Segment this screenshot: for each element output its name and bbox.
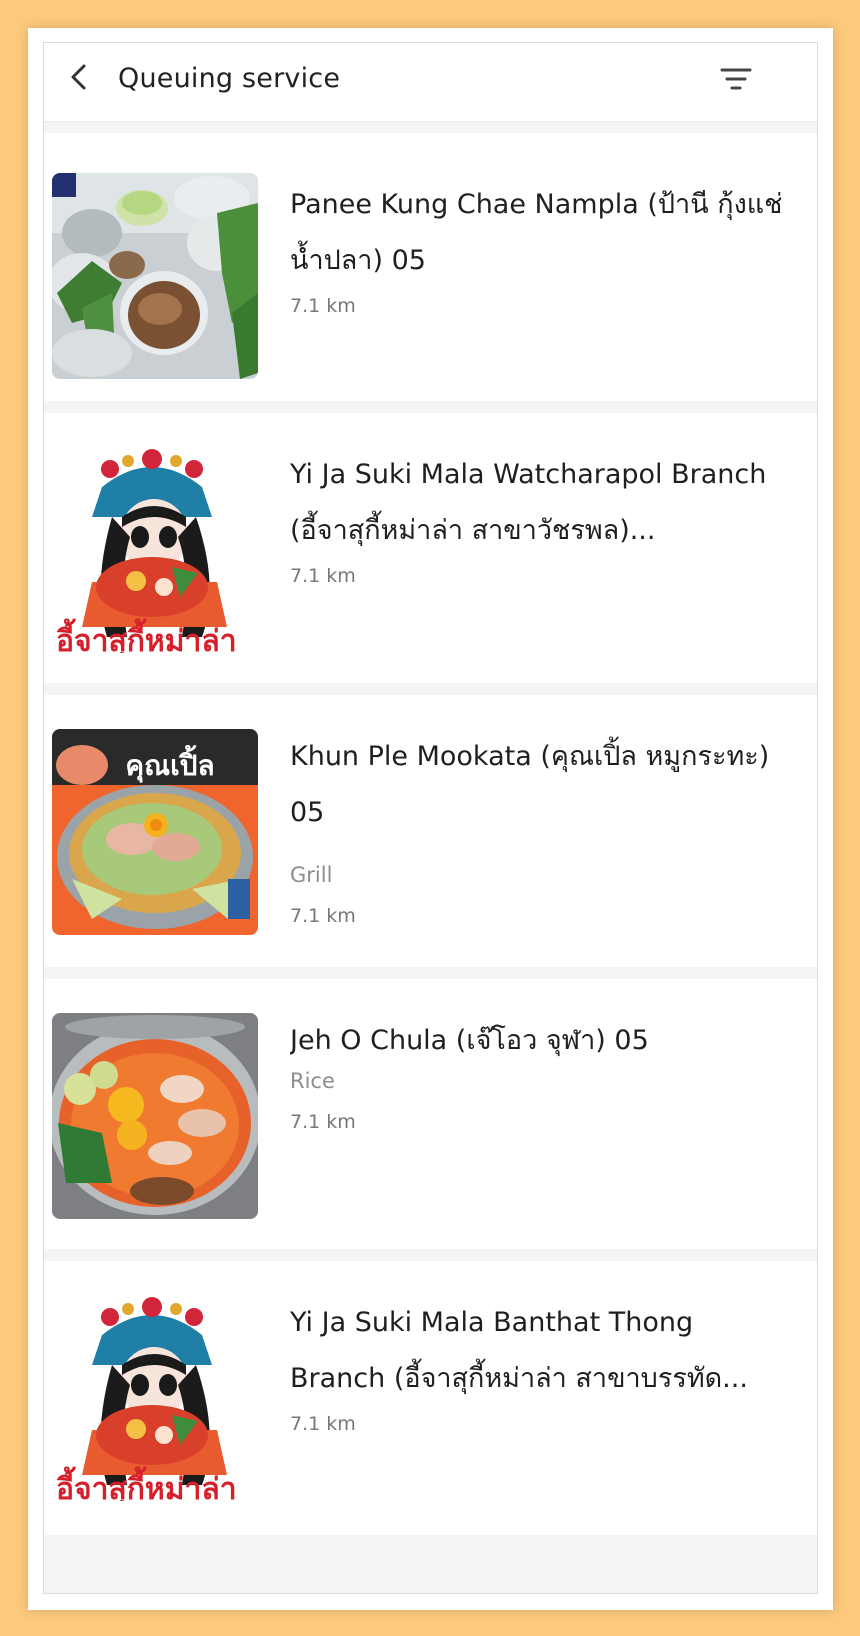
restaurant-card[interactable]: อี้จาสุกี้หม่าล่า Yi Ja Suki Mala Bantha… xyxy=(44,1261,817,1535)
page-title: Queuing service xyxy=(118,63,341,94)
restaurant-name: Yi Ja Suki Mala Watcharapol Branch (อี้จ… xyxy=(290,459,767,546)
restaurant-distance: 7.1 km xyxy=(290,1413,356,1435)
restaurant-image: อี้จาสุกี้หม่าล่า xyxy=(52,1295,258,1501)
restaurant-distance: 7.1 km xyxy=(290,565,356,587)
image-logo-text: อี้จาสุกี้หม่าล่า xyxy=(56,1466,237,1501)
restaurant-image: คุณเปิ้ล xyxy=(52,729,258,935)
app-header: Queuing service xyxy=(44,43,817,122)
restaurant-name: Khun Ple Mookata (คุณเปิ้ล หมูกระทะ) 05 xyxy=(290,741,770,828)
restaurant-card[interactable]: คุณเปิ้ล Khun Ple Mookata (คุณเปิ้ล หมูก… xyxy=(44,695,817,967)
screenshot-frame: Queuing service Panee Kung Chae Nampla (… xyxy=(28,28,833,1610)
restaurant-image xyxy=(52,1013,258,1219)
filter-button[interactable] xyxy=(714,57,758,101)
restaurant-category: Rice xyxy=(290,1069,335,1093)
restaurant-distance: 7.1 km xyxy=(290,905,356,927)
restaurant-name: Jeh O Chula (เจ๊โอว จุฬา) 05 xyxy=(290,1025,649,1056)
restaurant-info: Jeh O Chula (เจ๊โอว จุฬา) 05 Rice 7.1 km xyxy=(290,1013,790,1133)
restaurant-card[interactable]: Jeh O Chula (เจ๊โอว จุฬา) 05 Rice 7.1 km xyxy=(44,979,817,1249)
restaurant-info: Yi Ja Suki Mala Banthat Thong Branch (อี… xyxy=(290,1295,790,1435)
image-logo-text: คุณเปิ้ล xyxy=(125,744,214,783)
restaurant-info: Yi Ja Suki Mala Watcharapol Branch (อี้จ… xyxy=(290,447,790,587)
restaurant-category: Grill xyxy=(290,863,333,887)
restaurant-image xyxy=(52,173,258,379)
restaurant-distance: 7.1 km xyxy=(290,295,356,317)
restaurant-distance: 7.1 km xyxy=(290,1111,356,1133)
restaurant-card[interactable]: อี้จาสุกี้หม่าล่า Yi Ja Suki Mala Watcha… xyxy=(44,413,817,683)
restaurant-image: อี้จาสุกี้หม่าล่า xyxy=(52,447,258,653)
restaurant-name: Yi Ja Suki Mala Banthat Thong Branch (อี… xyxy=(290,1307,748,1394)
app-screen: Queuing service Panee Kung Chae Nampla (… xyxy=(43,42,818,1594)
back-button[interactable] xyxy=(58,57,98,97)
restaurant-name: Panee Kung Chae Nampla (ป้านี กุ้งแช่น้ำ… xyxy=(290,189,783,276)
restaurant-card[interactable]: Panee Kung Chae Nampla (ป้านี กุ้งแช่น้ำ… xyxy=(44,133,817,401)
chevron-left-icon xyxy=(71,64,86,90)
filter-icon xyxy=(720,68,752,90)
restaurant-info: Khun Ple Mookata (คุณเปิ้ล หมูกระทะ) 05 … xyxy=(290,729,790,927)
image-logo-text: อี้จาสุกี้หม่าล่า xyxy=(56,618,237,653)
restaurant-info: Panee Kung Chae Nampla (ป้านี กุ้งแช่น้ำ… xyxy=(290,177,790,317)
